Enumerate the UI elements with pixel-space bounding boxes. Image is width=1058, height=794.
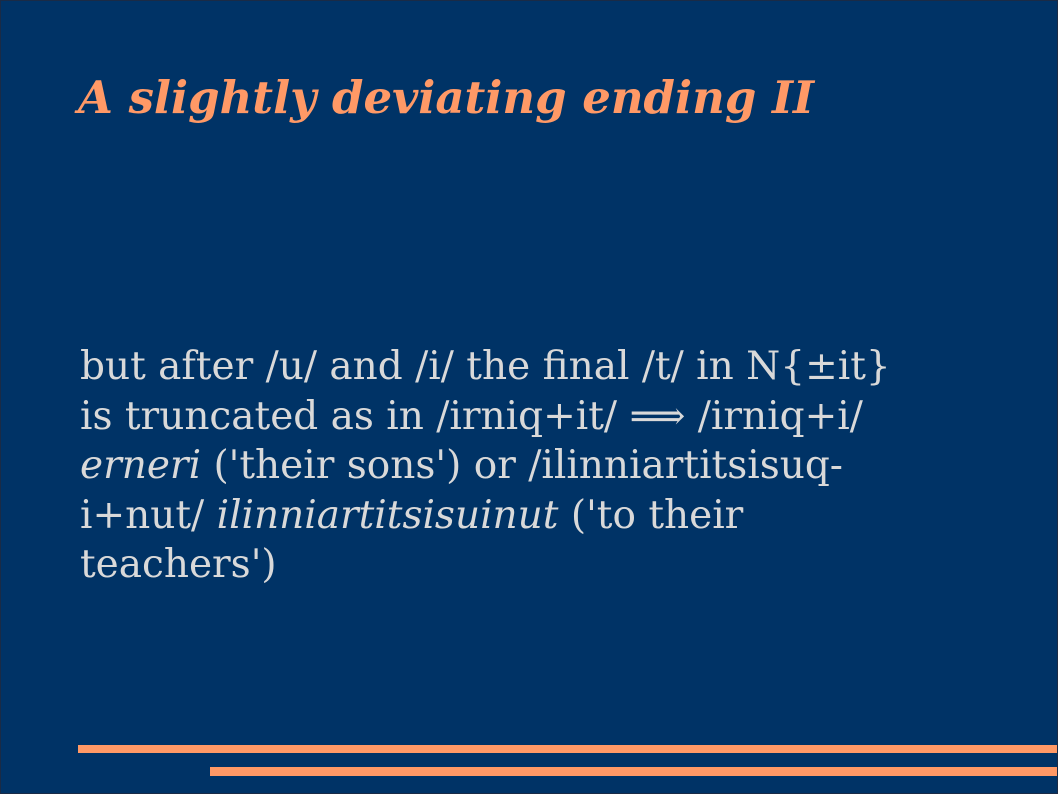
slide-body: but after /u/ and /i/ the final /t/ in N… bbox=[80, 342, 1010, 590]
word-erneri: erneri bbox=[80, 443, 202, 488]
body-line-2: is truncated as in /irniq+it/ ⟹ /irniq+i… bbox=[80, 393, 863, 439]
body-line-4-rest: ('to their bbox=[558, 492, 744, 538]
body-line-5: teachers') bbox=[80, 542, 277, 587]
body-line-3: erneri ('their sons') or /ilinniartitsis… bbox=[80, 441, 1010, 491]
body-line-4-start: i+nut/ bbox=[80, 492, 217, 538]
accent-rule-top bbox=[78, 745, 1057, 753]
body-line-4: i+nut/ ilinniartitsisuinut ('to their bbox=[80, 491, 1010, 541]
body-line-3-rest: ('their sons') or /ilinniartitsisuq- bbox=[201, 443, 843, 488]
body-line-1: but after /u/ and /i/ the final /t/ in N… bbox=[80, 344, 891, 389]
slide: A slightly deviating ending II but after… bbox=[0, 0, 1058, 794]
slide-title: A slightly deviating ending II bbox=[78, 71, 815, 124]
accent-rule-bottom bbox=[210, 767, 1057, 776]
word-ilinniartitsisuinut: ilinniartitsisuinut bbox=[216, 492, 559, 538]
